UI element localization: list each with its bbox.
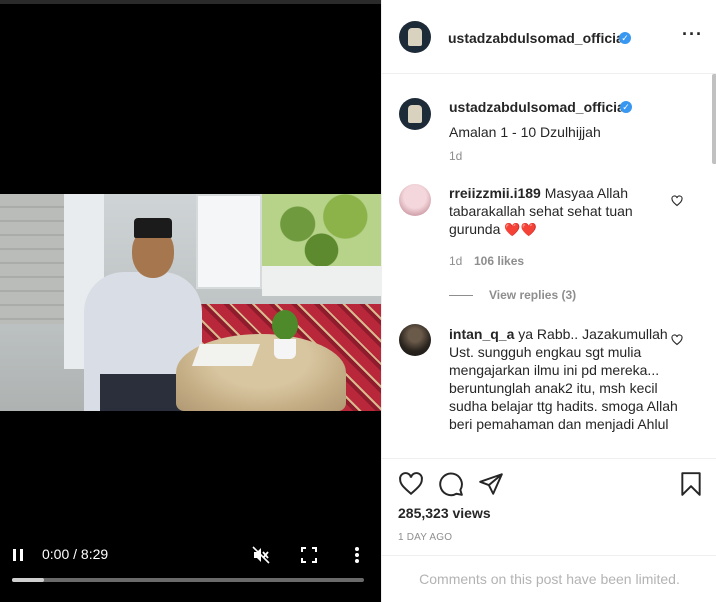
comment-time[interactable]: 1d	[449, 254, 462, 268]
share-icon[interactable]	[478, 471, 504, 497]
comments-limited-notice: Comments on this post have been limited.	[382, 555, 716, 602]
comment-username[interactable]: intan_q_a	[449, 326, 514, 342]
video-frame[interactable]	[0, 194, 381, 411]
comment-avatar[interactable]	[399, 184, 431, 216]
comment-body: intan_q_a ya Rabb.. Jazakumullah Ust. su…	[449, 325, 679, 433]
comment-body: rreiizzmii.i189 Masyaa Allah tabarakalla…	[449, 184, 679, 239]
frame-plant	[272, 310, 298, 340]
pause-icon[interactable]	[12, 548, 26, 562]
view-replies-button[interactable]: View replies (3)	[449, 288, 576, 302]
frame-whiteboard	[196, 194, 262, 289]
heart-icon[interactable]	[671, 195, 683, 207]
header-username[interactable]: ustadzabdulsomad_official	[448, 30, 628, 46]
view-count[interactable]: 285,323 views	[398, 505, 491, 521]
comments-list[interactable]: ustadzabdulsomad_official ✓ Amalan 1 - 1…	[382, 74, 716, 458]
comment-icon[interactable]	[438, 471, 464, 497]
replies-divider	[449, 295, 473, 297]
caption-avatar[interactable]	[399, 98, 431, 130]
heart-icon[interactable]	[671, 334, 683, 346]
caption-time[interactable]: 1d	[449, 149, 462, 163]
post-header: ustadzabdulsomad_official ✓ ···	[382, 0, 716, 74]
more-options-icon[interactable]: ···	[682, 25, 702, 44]
video-progress-bar[interactable]	[12, 578, 364, 582]
bookmark-icon[interactable]	[678, 471, 704, 497]
frame-person-cap	[134, 218, 172, 238]
video-top-strip	[0, 0, 381, 4]
caption-username[interactable]: ustadzabdulsomad_official	[449, 99, 629, 115]
vertical-dots-icon[interactable]	[354, 546, 360, 564]
post-actions: 285,323 views 1 DAY AGO Comments on this…	[382, 458, 716, 602]
frame-book	[191, 344, 261, 366]
heart-icon[interactable]	[398, 471, 424, 497]
frame-railing	[262, 266, 381, 296]
post-panel: ustadzabdulsomad_official ✓ ··· ustadzab…	[381, 0, 716, 602]
frame-trees	[262, 194, 381, 269]
frame-pot	[274, 339, 296, 359]
caption-text: Amalan 1 - 10 Dzulhijjah	[449, 124, 601, 140]
post-time[interactable]: 1 DAY AGO	[398, 532, 452, 543]
avatar[interactable]	[399, 21, 431, 53]
video-controls: 0:00 / 8:29	[0, 540, 381, 602]
video-time: 0:00 / 8:29	[42, 546, 109, 562]
comment-username[interactable]: rreiizzmii.i189	[449, 185, 541, 201]
video-player[interactable]: 0:00 / 8:29	[0, 0, 381, 602]
fullscreen-icon[interactable]	[301, 547, 317, 563]
view-replies-label: View replies (3)	[489, 288, 577, 302]
comment-likes[interactable]: 106 likes	[474, 254, 524, 268]
verified-badge-icon: ✓	[619, 32, 631, 44]
comment-emoji: ❤️❤️	[504, 222, 537, 237]
comment-avatar[interactable]	[399, 324, 431, 356]
comments-scrollbar[interactable]	[712, 74, 716, 164]
mute-icon[interactable]	[252, 546, 270, 564]
video-progress-fill	[12, 578, 44, 582]
verified-badge-icon: ✓	[620, 101, 632, 113]
